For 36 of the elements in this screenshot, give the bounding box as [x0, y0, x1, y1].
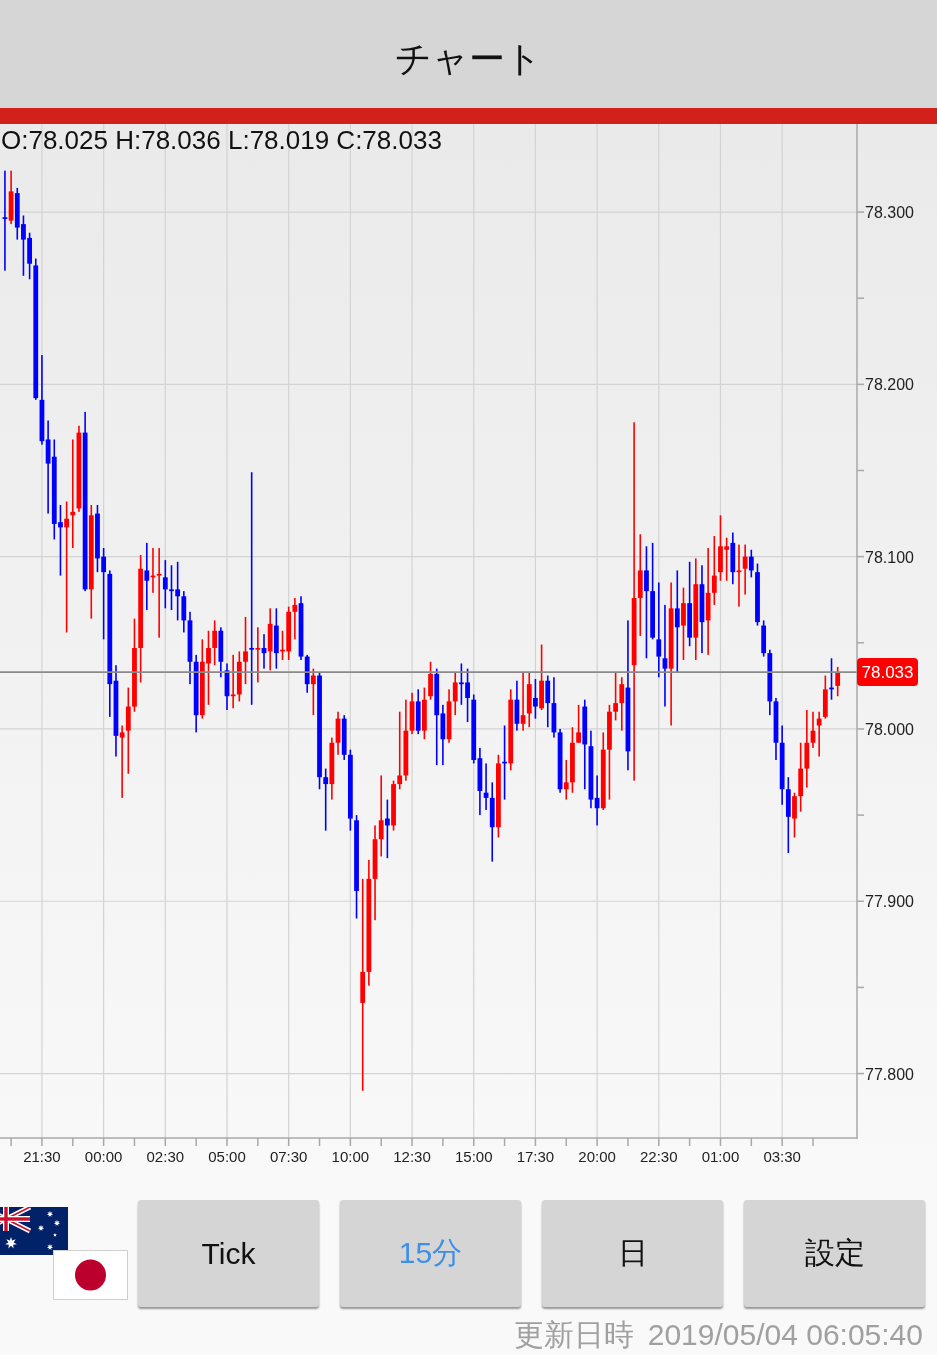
price-label: 77.800	[865, 1065, 914, 1083]
interval-button[interactable]: Tick	[138, 1200, 319, 1307]
time-label: 03:30	[763, 1148, 801, 1165]
time-label: 05:00	[208, 1148, 246, 1165]
time-label: 02:30	[146, 1148, 185, 1165]
time-label: 17:30	[516, 1148, 555, 1165]
time-label: 07:30	[269, 1148, 308, 1165]
candlestick	[674, 570, 680, 673]
time-label: 10:00	[331, 1148, 370, 1165]
japan-flag-icon[interactable]	[53, 1250, 128, 1300]
candlestick	[637, 534, 643, 636]
price-label: 78.200	[865, 376, 914, 394]
time-label: 22:30	[640, 1148, 678, 1165]
candlestick	[563, 759, 569, 800]
time-label: 12:30	[393, 1148, 431, 1165]
australia-flag-icon[interactable]	[0, 1207, 68, 1255]
time-label: 00:00	[84, 1148, 123, 1165]
time-label: 21:30	[23, 1148, 61, 1165]
time-label: 01:00	[701, 1148, 740, 1165]
interval-button[interactable]: 日	[542, 1200, 723, 1307]
settings-button[interactable]: 設定	[744, 1200, 925, 1307]
ref-line-label: 78.033	[861, 663, 914, 683]
price-label: 77.900	[865, 893, 914, 911]
price-label: 78.000	[865, 720, 914, 738]
screen-title: チャート	[395, 36, 542, 81]
ohlc-readout: O:78.025 H:78.036 L:78.019 C:78.033	[1, 125, 442, 155]
update-time: 2019/05/04 06:05:40	[647, 1318, 923, 1352]
current-price-badge: 78.033	[857, 658, 918, 687]
time-label: 20:00	[578, 1148, 616, 1165]
price-label: 78.100	[865, 548, 914, 566]
update-label: 更新日時	[513, 1318, 634, 1352]
candlestick	[397, 711, 403, 790]
price-label: 78.300	[865, 204, 914, 222]
time-label: 15:00	[454, 1148, 493, 1165]
candlestick	[360, 878, 366, 1091]
candlestick	[119, 725, 125, 798]
